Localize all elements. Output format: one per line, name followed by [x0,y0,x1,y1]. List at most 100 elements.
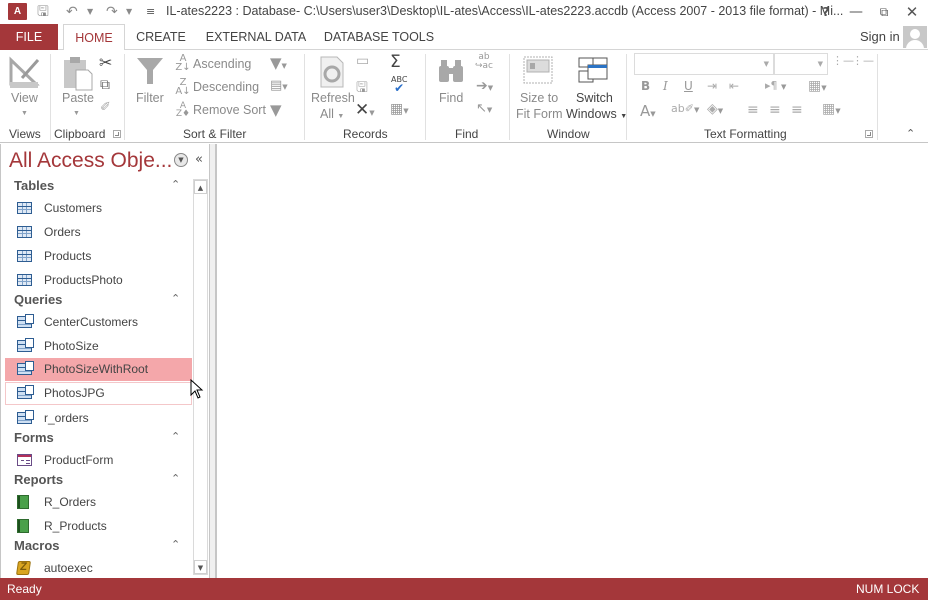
font-name-dropdown[interactable]: ▼ [634,53,774,75]
nav-item-r-orders[interactable]: r_orders [5,407,192,430]
font-size-dropdown[interactable]: ▼ [774,53,828,75]
group-label-find: Find [455,127,479,141]
delete-record-icon[interactable]: ✕▼ [355,100,375,120]
format-painter-icon[interactable]: ✐ [100,100,111,115]
remove-sort-button[interactable]: Remove Sort [193,103,266,117]
nav-section-forms[interactable]: Forms ⌃ [5,428,192,448]
filter-button[interactable]: Filter [136,91,164,105]
totals-icon[interactable]: Σ [390,52,401,72]
customize-qat-icon[interactable]: ≡ [146,2,155,22]
align-center-icon[interactable]: ≡ [769,102,781,118]
scroll-up-arrow-icon[interactable]: ▲ [194,180,207,194]
nav-pane-scrollbar[interactable]: ▲ ▼ [193,179,208,575]
find-button[interactable]: Find [439,91,463,105]
access-app-icon[interactable]: A [8,3,27,20]
size-to-fit-form-button[interactable]: Size to [520,91,558,105]
sign-in-link[interactable]: Sign in [860,29,900,44]
minimize-button[interactable]: — [842,1,870,23]
size-to-fit-form-label[interactable]: Fit Form [516,107,563,121]
undo-dropdown-icon[interactable]: ▼ [87,2,93,22]
nav-item-r-orders-report[interactable]: R_Orders [5,491,192,514]
nav-item-photosizewithroot[interactable]: PhotoSizeWithRoot [5,358,192,381]
nav-item-products[interactable]: Products [5,245,192,268]
nav-section-reports[interactable]: Reports ⌃ [5,470,192,490]
nav-section-tables[interactable]: Tables ⌃ [5,176,192,196]
collapse-section-icon[interactable]: ⌃ [171,472,180,485]
tab-home[interactable]: HOME [63,24,125,51]
nav-item-photosjpg[interactable]: PhotosJPG [5,382,192,405]
selection-filter-icon[interactable]: ▼▼ [270,54,287,72]
nav-pane-title[interactable]: All Access Obje... [9,149,172,173]
numbering-icon[interactable]: ⋮— [852,54,874,67]
close-button[interactable]: ✕ [898,1,926,23]
paste-dropdown-icon[interactable]: ▼ [73,110,80,117]
nav-item-customers[interactable]: Customers [5,197,192,220]
nav-section-macros[interactable]: Macros ⌃ [5,536,192,556]
underline-button[interactable]: U [684,79,693,93]
refresh-all-label[interactable]: All ▼ [320,107,344,121]
align-right-icon[interactable]: ≡ [791,102,803,118]
collapse-ribbon-icon[interactable]: ⌃ [906,127,915,140]
save-icon[interactable]: 🖫 [37,2,49,22]
gridlines-icon[interactable]: ▦▼ [808,78,827,94]
undo-icon[interactable]: ↶ [66,2,78,22]
refresh-button[interactable]: Refresh [311,91,355,105]
avatar[interactable] [903,26,927,48]
nav-item-r-products[interactable]: R_Products [5,515,192,538]
bullets-icon[interactable]: ⋮— [832,54,854,67]
redo-icon[interactable]: ↷ [106,2,118,22]
tab-create[interactable]: CREATE [130,24,192,50]
select-icon[interactable]: ↖▼ [476,101,492,116]
more-records-icon[interactable]: ▦▼ [390,101,409,117]
ascending-button[interactable]: Ascending [193,57,251,71]
highlight-color-icon[interactable]: ab✐▼ [671,102,699,115]
tab-file[interactable]: FILE [0,24,58,50]
shutter-bar-close-icon[interactable]: « [195,152,203,167]
spelling-icon[interactable]: ABC ✔ [391,76,407,95]
redo-dropdown-icon[interactable]: ▼ [126,2,132,22]
fill-color-icon[interactable]: ◈▼ [707,101,723,117]
align-left-icon[interactable]: ≡ [747,102,759,118]
nav-item-autoexec[interactable]: autoexec [5,557,192,580]
switch-windows-button[interactable]: Switch [576,91,613,105]
bold-button[interactable]: B [641,79,650,93]
view-button[interactable]: View [11,91,38,105]
advanced-filter-icon[interactable]: ▤▼ [270,78,288,93]
help-button[interactable]: ? [812,1,840,23]
collapse-section-icon[interactable]: ⌃ [171,538,180,551]
nav-item-photosize[interactable]: PhotoSize [5,335,192,358]
collapse-section-icon[interactable]: ⌃ [171,292,180,305]
italic-button[interactable]: I [663,79,668,93]
restore-button[interactable]: ⧉ [870,1,898,23]
nav-menu-dropdown-icon[interactable]: ▼ [174,153,188,167]
navigation-pane: All Access Obje... ▼ « Tables ⌃ Customer… [0,144,210,578]
copy-icon[interactable]: ⧉ [100,77,110,93]
text-formatting-launcher-icon[interactable] [865,130,873,138]
decrease-indent-icon[interactable]: ⇤ [729,79,739,93]
tab-external-data[interactable]: EXTERNAL DATA [200,24,312,50]
nav-item-productsphoto[interactable]: ProductsPhoto [5,269,192,292]
nav-item-orders[interactable]: Orders [5,221,192,244]
tab-database-tools[interactable]: DATABASE TOOLS [320,24,438,50]
replace-icon[interactable]: ab ↪ac [475,53,493,71]
font-color-button[interactable]: A▼ [640,102,656,120]
switch-windows-label[interactable]: Windows ▼ [566,107,627,121]
go-to-icon[interactable]: ➔▼ [476,78,493,94]
collapse-section-icon[interactable]: ⌃ [171,430,180,443]
toggle-filter-icon[interactable]: ▼ [270,101,282,119]
nav-item-productform[interactable]: ProductForm [5,449,192,472]
cut-icon[interactable]: ✂ [99,53,112,72]
clipboard-launcher-icon[interactable] [113,130,121,138]
new-record-icon[interactable]: ▭ [356,53,369,69]
nav-item-centercustomers[interactable]: CenterCustomers [5,311,192,334]
increase-indent-icon[interactable]: ⇥ [707,79,717,93]
nav-section-queries[interactable]: Queries ⌃ [5,290,192,310]
descending-button[interactable]: Descending [193,80,259,94]
save-record-icon[interactable]: 🖫 [356,77,368,101]
collapse-section-icon[interactable]: ⌃ [171,178,180,191]
alternate-row-color-icon[interactable]: ▦▼ [822,101,841,117]
view-dropdown-icon[interactable]: ▼ [21,110,28,117]
scroll-down-arrow-icon[interactable]: ▼ [194,560,207,574]
paste-button[interactable]: Paste [62,91,94,105]
paragraph-direction-icon[interactable]: ▸¶ ▼ [765,79,786,92]
